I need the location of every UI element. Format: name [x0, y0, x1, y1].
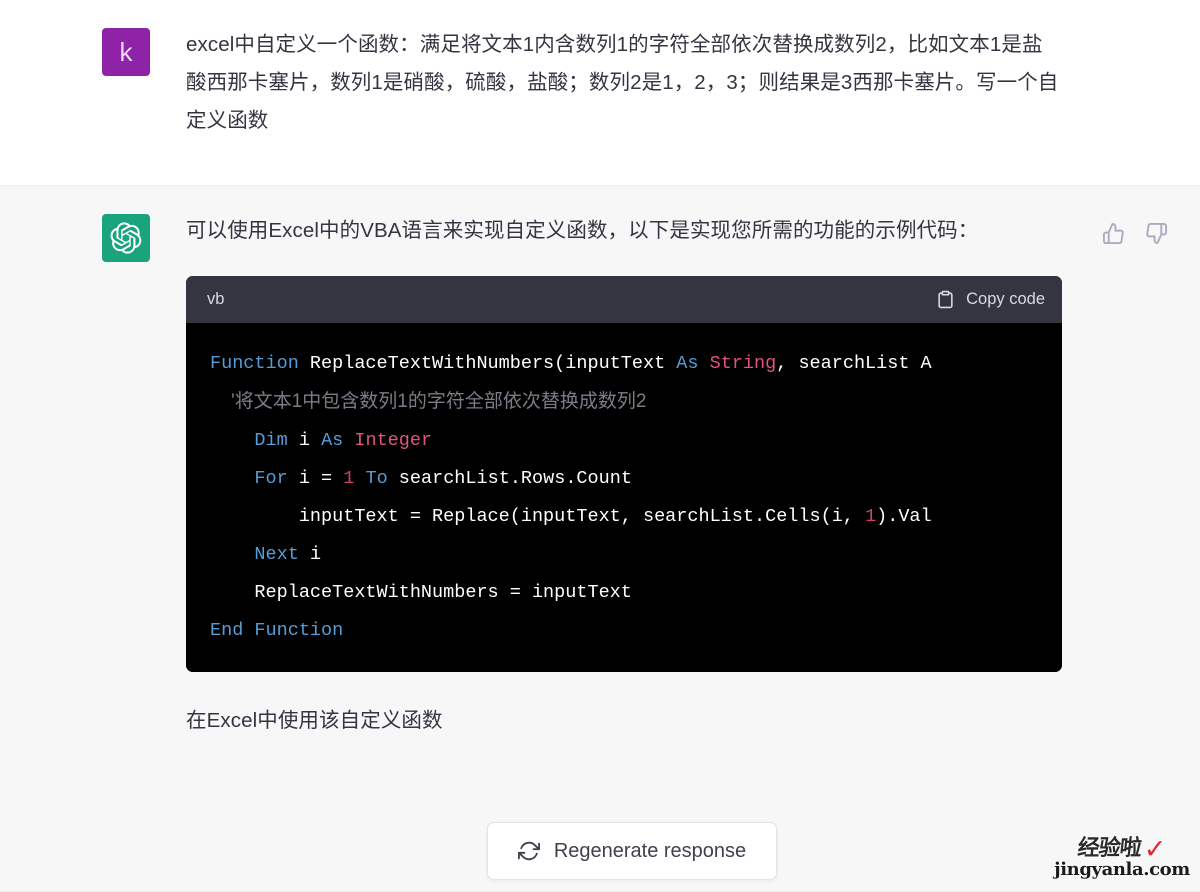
- code-token: Function: [210, 353, 310, 374]
- code-token: For: [254, 468, 299, 489]
- code-token: End Function: [210, 620, 344, 641]
- code-token: As: [321, 430, 355, 451]
- code-token: 1: [865, 506, 877, 527]
- user-message-row: k excel中自定义一个函数：满足将文本1内含数列1的字符全部依次替换成数列2…: [0, 0, 1200, 186]
- code-token: ReplaceTextWithNumbers = inputText: [210, 582, 632, 603]
- thumbs-down-button[interactable]: [1145, 222, 1168, 245]
- code-token: ).Val: [876, 506, 932, 527]
- regenerate-response-button[interactable]: Regenerate response: [487, 822, 777, 880]
- user-avatar-letter: k: [119, 37, 133, 67]
- user-message-text: excel中自定义一个函数：满足将文本1内含数列1的字符全部依次替换成数列2，比…: [186, 33, 1059, 132]
- code-token: ReplaceTextWithNumbers(inputText: [309, 353, 677, 374]
- assistant-trailing-text: 在Excel中使用该自定义函数: [186, 709, 443, 732]
- code-token: i: [309, 544, 322, 565]
- thumbs-up-icon: [1102, 222, 1125, 245]
- copy-code-label: Copy code: [966, 290, 1045, 308]
- user-message-content: excel中自定义一个函数：满足将文本1内含数列1的字符全部依次替换成数列2，比…: [186, 26, 1062, 140]
- code-token: To: [365, 468, 399, 489]
- code-token: '将文本1中包含数列1的字符全部依次替换成数列2: [210, 391, 647, 412]
- code-language-label: vb: [207, 290, 225, 308]
- clipboard-icon: [936, 290, 955, 309]
- code-token: Integer: [354, 430, 433, 451]
- assistant-message-inner: 可以使用Excel中的VBA语言来实现自定义函数，以下是实现您所需的功能的示例代…: [0, 186, 1200, 740]
- refresh-icon: [517, 840, 540, 862]
- openai-logo-icon: [110, 222, 142, 254]
- copy-code-button[interactable]: Copy code: [936, 290, 1045, 309]
- code-block-body: Function ReplaceTextWithNumbers(inputTex…: [186, 323, 1062, 672]
- assistant-message-row: 可以使用Excel中的VBA语言来实现自定义函数，以下是实现您所需的功能的示例代…: [0, 186, 1200, 892]
- thumbs-up-button[interactable]: [1102, 222, 1125, 245]
- code-token: , searchList A: [776, 353, 932, 374]
- user-message-inner: k excel中自定义一个函数：满足将文本1内含数列1的字符全部依次替换成数列2…: [0, 0, 1200, 140]
- feedback-controls: [1102, 222, 1168, 245]
- code-block: vb Copy code Function ReplaceTextWithNum…: [186, 276, 1062, 672]
- user-avatar: k: [102, 28, 150, 76]
- code-token: i: [298, 430, 322, 451]
- code-token: As: [676, 353, 710, 374]
- thumbs-down-icon: [1145, 222, 1168, 245]
- assistant-message-content: 可以使用Excel中的VBA语言来实现自定义函数，以下是实现您所需的功能的示例代…: [186, 212, 1062, 740]
- code-token: Next: [254, 544, 310, 565]
- code-token: i =: [298, 468, 344, 489]
- code-block-header: vb Copy code: [186, 276, 1062, 323]
- assistant-intro-text: 可以使用Excel中的VBA语言来实现自定义函数，以下是实现您所需的功能的示例代…: [186, 219, 979, 242]
- code-content[interactable]: Function ReplaceTextWithNumbers(inputTex…: [186, 345, 1062, 650]
- code-token: String: [709, 353, 777, 374]
- code-token: searchList.Rows.Count: [398, 468, 632, 489]
- assistant-avatar: [102, 214, 150, 262]
- regenerate-response-label: Regenerate response: [553, 839, 747, 862]
- code-token: inputText = Replace(inputText, searchLis…: [210, 506, 866, 527]
- code-token: 1: [343, 468, 366, 489]
- code-token: Dim: [254, 430, 299, 451]
